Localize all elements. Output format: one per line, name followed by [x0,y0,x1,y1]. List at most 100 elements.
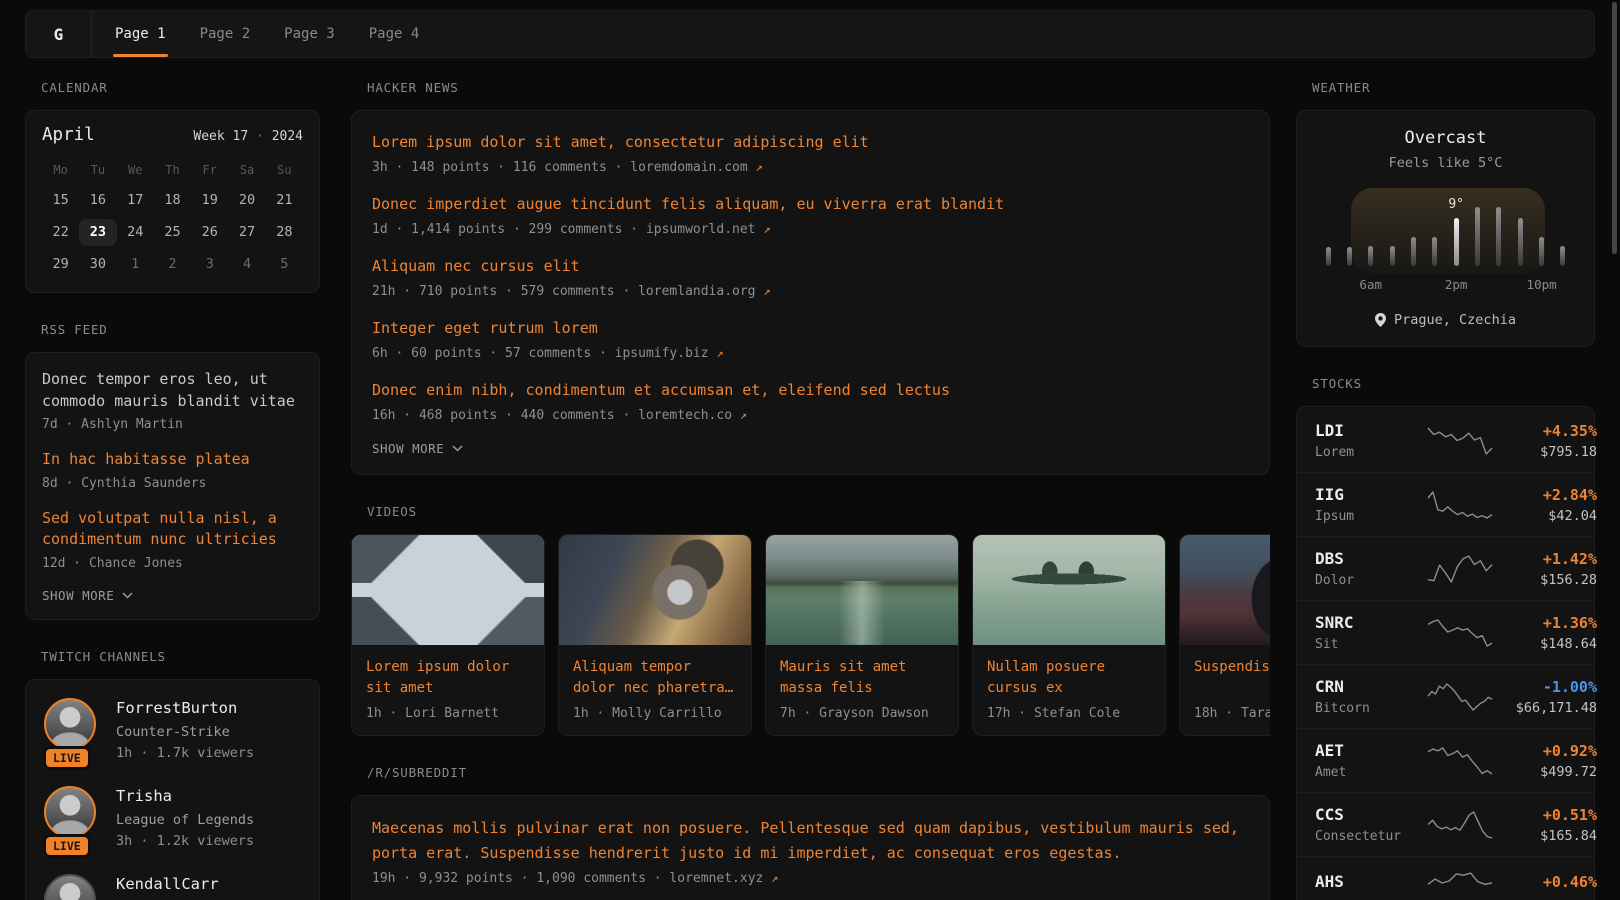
hackernews-show-more-button[interactable]: SHOW MORE [372,441,1249,456]
calendar-separator: · [256,129,264,144]
stock-change-percent: +4.35% [1493,421,1597,441]
calendar-date[interactable]: 5 [266,251,303,278]
calendar-date[interactable]: 28 [266,219,303,246]
twitch-channel-info: KendallCarr [116,874,219,900]
stock-ticker: CRN [1315,676,1427,697]
weather-hour-slot [1406,206,1420,266]
page-tab[interactable]: Page 2 [183,11,268,57]
stock-row[interactable]: CCS Consectetur +0.51% $165.84 [1297,792,1594,856]
calendar-date[interactable]: 24 [117,219,154,246]
video-title: Mauris sit amet massa felis [780,657,944,699]
stock-identity: CCS Consectetur [1315,804,1427,845]
weather-temp-bar [1454,218,1459,266]
calendar-date[interactable]: 27 [228,219,265,246]
calendar-date[interactable]: 17 [117,187,154,214]
calendar-date[interactable]: 30 [79,251,116,278]
twitch-channel-row[interactable]: LIVE ForrestBurton Counter-Strike 1h · 1… [44,698,301,762]
page-scrollbar-thumb[interactable] [1612,2,1617,254]
stock-row[interactable]: AHS +0.46% [1297,856,1594,900]
hackernews-story-meta: 6h · 60 points · 57 comments · ipsumify.… [372,344,1249,363]
twitch-channel-info: ForrestBurton Counter-Strike 1h · 1.7k v… [116,698,254,762]
calendar-date[interactable]: 22 [42,219,79,246]
page-tab[interactable]: Page 3 [267,11,352,57]
stock-sparkline [1427,746,1493,776]
stock-row[interactable]: LDI Lorem +4.35% $795.18 [1297,409,1594,472]
page-tab[interactable]: Page 4 [352,11,437,57]
weather-temp-bar [1432,237,1437,266]
twitch-section-label: TWITCH CHANNELS [41,648,320,665]
twitch-channel-viewers: 1h · 1.7k viewers [116,744,254,762]
video-card[interactable]: Suspendisse diam 18h · Tara [1179,534,1270,736]
calendar-date[interactable]: 26 [191,219,228,246]
hackernews-story-title[interactable]: Donec enim nibh, condimentum et accumsan… [372,379,1249,401]
calendar-date[interactable]: 15 [42,187,79,214]
rss-item-title[interactable]: In hac habitasse platea [42,449,303,471]
stock-price: $795.18 [1493,444,1597,461]
avatar [44,698,96,750]
calendar-dates-grid: 15 16 17 18 19 20 21 22 23 24 25 26 [42,187,303,278]
video-card[interactable]: Nullam posuere cursus ex 17h · Stefan Co… [972,534,1166,736]
weather-temp-bar [1475,207,1480,266]
story-domain: ipsumworld.net [646,222,756,237]
subreddit-post-title[interactable]: Maecenas mollis pulvinar erat non posuer… [372,816,1249,866]
video-thumbnail [973,535,1165,645]
post-domain-link[interactable]: loremnet.xyz ↗ [669,871,778,886]
stock-row[interactable]: SNRC Sit +1.36% $148.64 [1297,600,1594,664]
page-tab[interactable]: Page 1 [98,11,183,57]
story-domain-link[interactable]: loremlandia.org ↗ [638,284,770,299]
story-domain-link[interactable]: loremtech.co ↗ [638,408,747,423]
calendar-date[interactable]: 25 [154,219,191,246]
hackernews-story-title[interactable]: Aliquam nec cursus elit [372,255,1249,277]
calendar-date[interactable]: 29 [42,251,79,278]
calendar-date[interactable]: 23 [79,219,116,246]
twitch-channel-viewers: 3h · 1.2k viewers [116,832,254,850]
hackernews-story-title[interactable]: Donec imperdiet augue tincidunt felis al… [372,193,1249,215]
twitch-channel-name: KendallCarr [116,874,219,895]
stock-row[interactable]: AET Amet +0.92% $499.72 [1297,728,1594,792]
rss-item-title[interactable]: Donec tempor eros leo, ut commodo mauris… [42,369,303,412]
stock-quote: +0.46% [1493,872,1597,895]
story-domain-link[interactable]: ipsumify.biz ↗ [615,346,724,361]
twitch-channel-row[interactable]: KendallCarr [44,874,301,900]
twitch-channel-game: League of Legends [116,811,254,829]
calendar-date[interactable]: 2 [154,251,191,278]
app-logo[interactable]: G [26,11,92,57]
chevron-down-icon [452,445,463,452]
weather-temp-bar [1496,207,1501,266]
calendar-month: April [42,125,95,145]
hackernews-story: Aliquam nec cursus elit 21h · 710 points… [372,255,1249,301]
video-card[interactable]: Lorem ipsum dolor sit amet consectetu… 1… [351,534,545,736]
calendar-date[interactable]: 21 [266,187,303,214]
weather-temp-bar [1560,246,1565,266]
rss-show-more-button[interactable]: SHOW MORE [42,588,303,603]
weather-hour-slot [1342,206,1356,266]
calendar-date[interactable]: 3 [191,251,228,278]
stock-row[interactable]: CRN Bitcorn -1.00% $66,171.48 [1297,664,1594,728]
twitch-channel-row[interactable]: LIVE Trisha League of Legends 3h · 1.2k … [44,786,301,850]
rss-item-title[interactable]: Sed volutpat nulla nisl, a condimentum n… [42,508,303,551]
rss-items: Donec tempor eros leo, ut commodo mauris… [42,369,303,571]
calendar-date[interactable]: 1 [117,251,154,278]
external-link-icon: ↗ [763,284,770,298]
hackernews-story-title[interactable]: Integer eget rutrum lorem [372,317,1249,339]
calendar-date[interactable]: 16 [79,187,116,214]
stock-sparkline [1427,490,1493,520]
stock-row[interactable]: IIG Ipsum +2.84% $42.04 [1297,472,1594,536]
calendar-day-header: Tu [79,159,116,181]
story-domain-link[interactable]: ipsumworld.net ↗ [646,222,771,237]
video-card[interactable]: Aliquam tempor dolor nec pharetra… 1h · … [558,534,752,736]
weather-location-row: Prague, Czechia [1297,312,1594,328]
calendar-date[interactable]: 4 [228,251,265,278]
weather-widget: Overcast Feels like 5°C [1296,110,1595,347]
weather-temp-bar [1326,247,1331,266]
story-meta-text: 16h · 468 points · 440 comments · [372,408,630,423]
hackernews-story-title[interactable]: Lorem ipsum dolor sit amet, consectetur … [372,131,1249,153]
calendar-date[interactable]: 20 [228,187,265,214]
calendar-date[interactable]: 18 [154,187,191,214]
stock-company-name: Amet [1315,764,1427,781]
video-card[interactable]: Mauris sit amet massa felis 7h · Grayson… [765,534,959,736]
stock-row[interactable]: DBS Dolor +1.42% $156.28 [1297,536,1594,600]
stock-change-percent: +0.46% [1493,872,1597,892]
story-domain-link[interactable]: loremdomain.com ↗ [630,160,762,175]
calendar-date[interactable]: 19 [191,187,228,214]
